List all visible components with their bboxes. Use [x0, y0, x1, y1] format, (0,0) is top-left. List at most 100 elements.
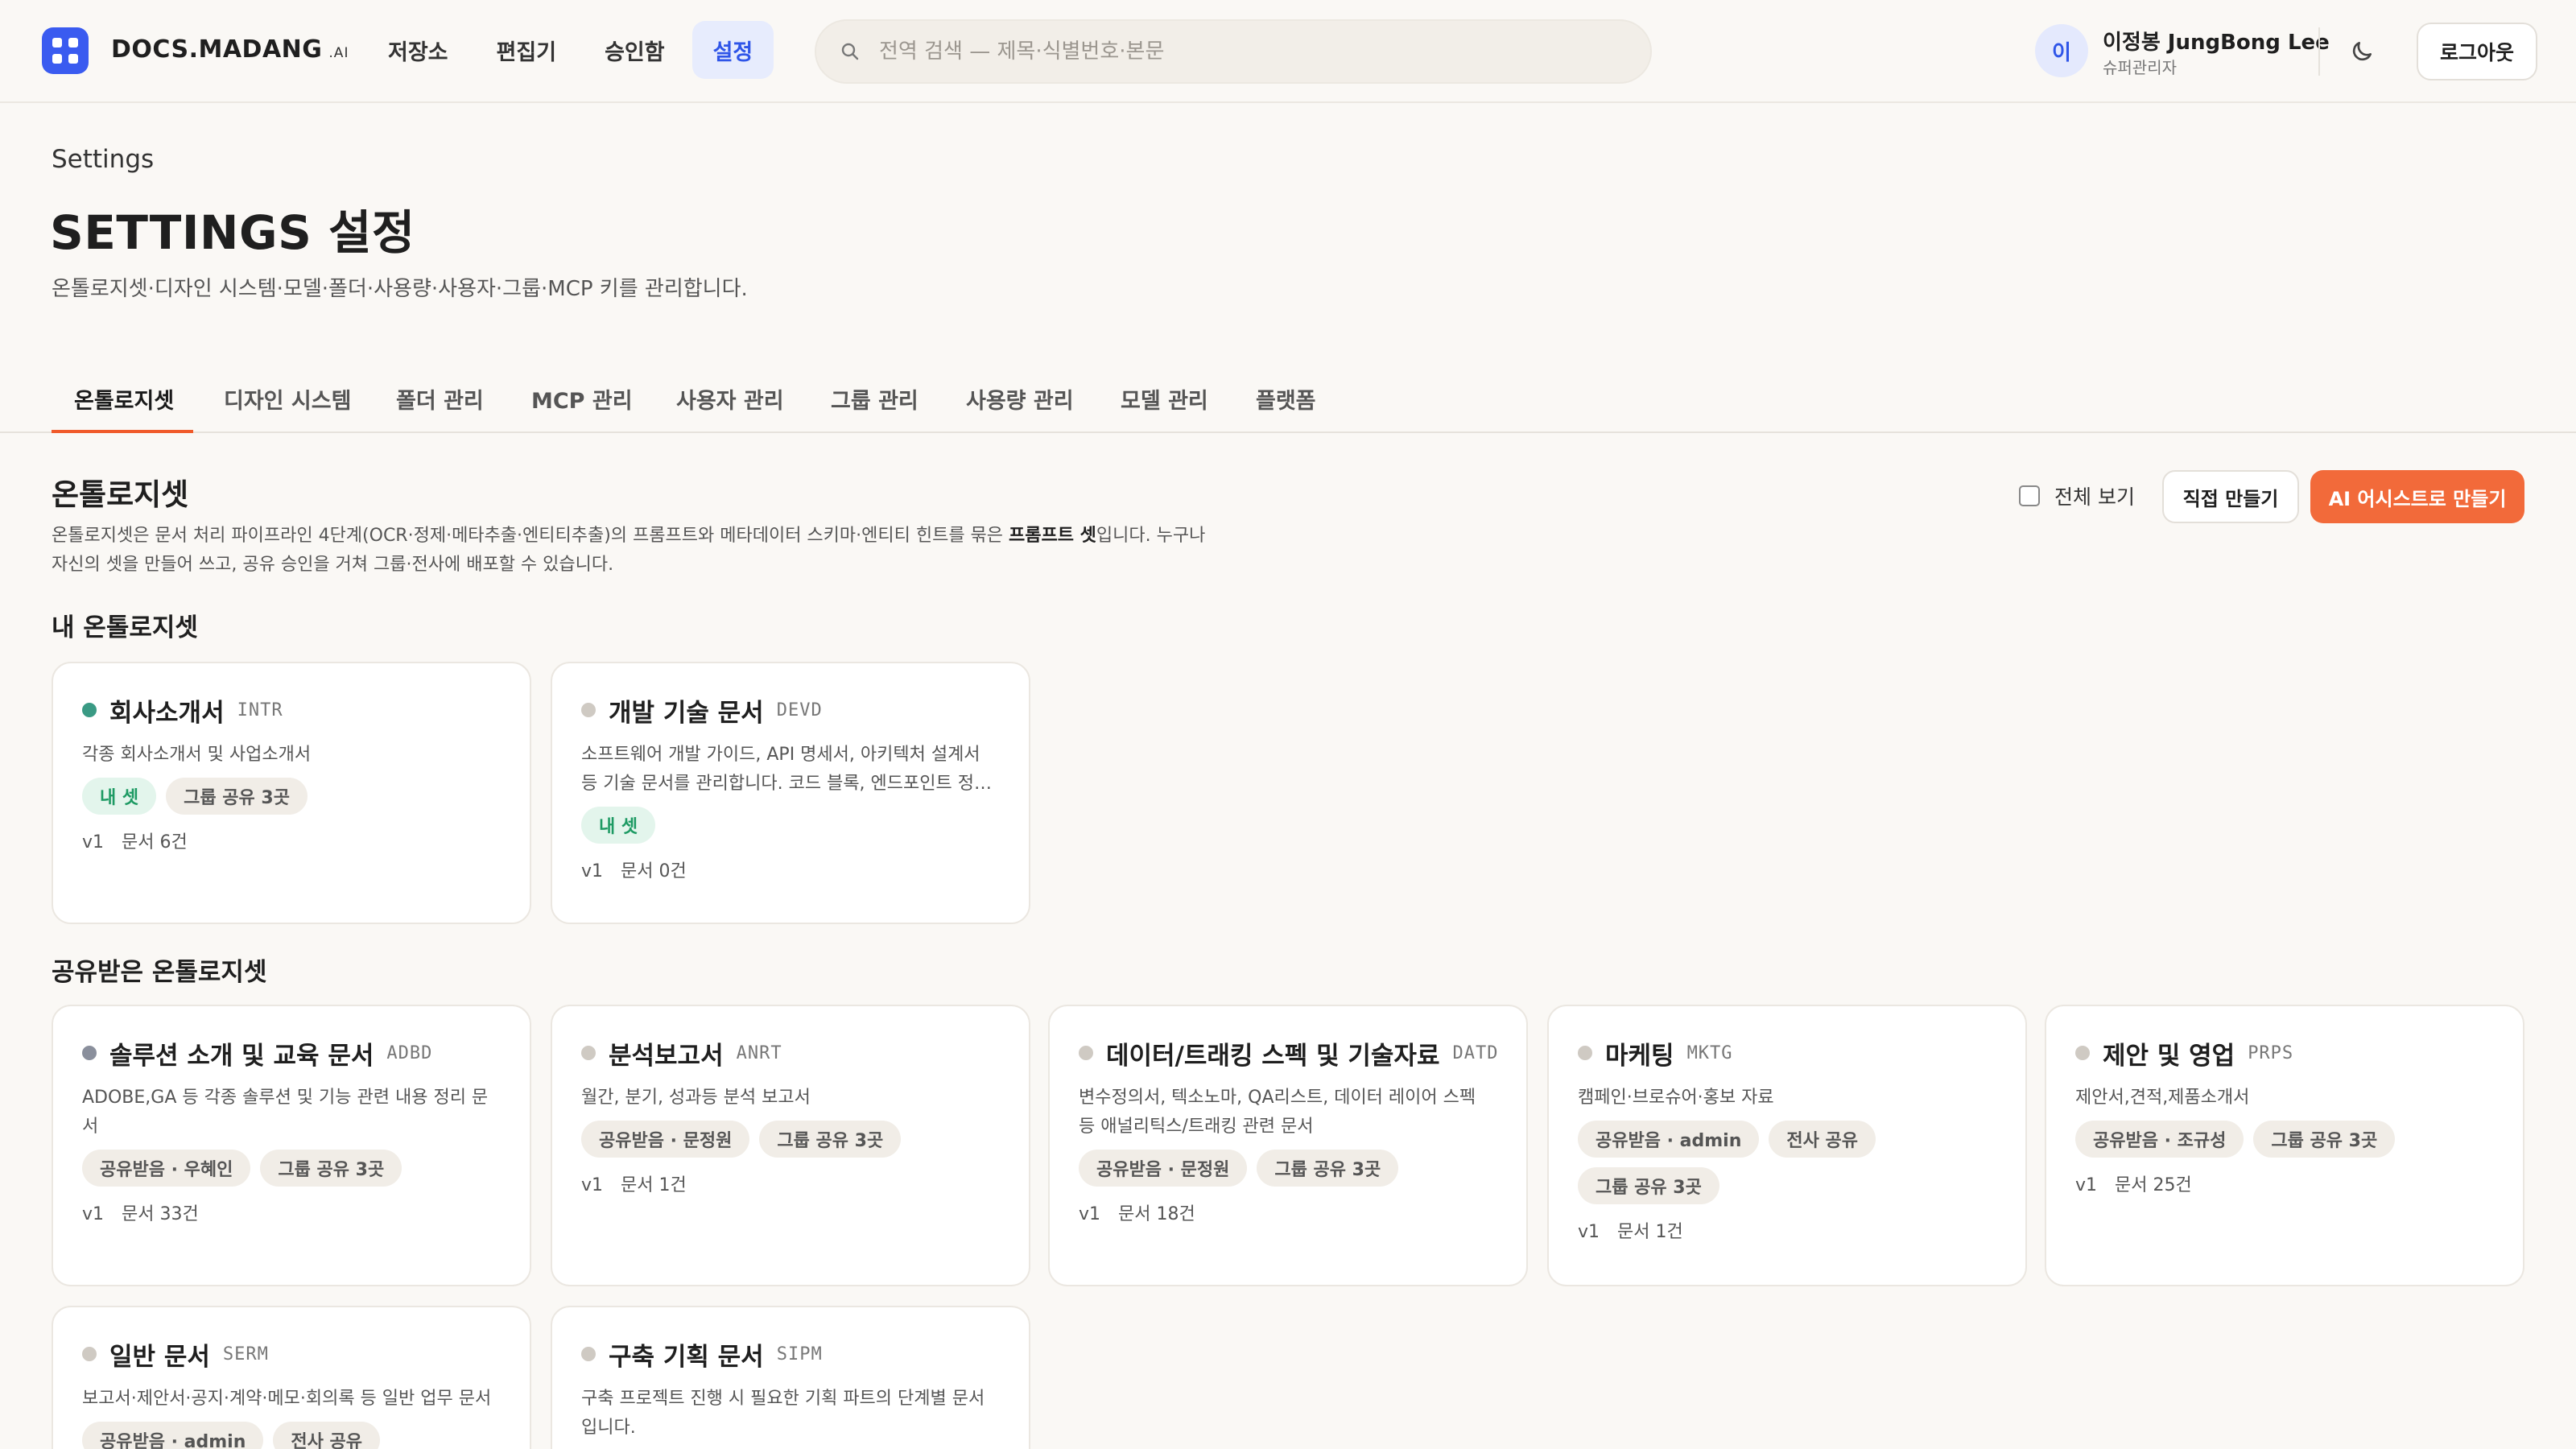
tab-folder-management[interactable]: 폴더 관리 [396, 383, 484, 415]
ontology-set-card[interactable]: 구축 기획 문서 SIPM 구축 프로젝트 진행 시 필요한 기획 파트의 단계별 … [551, 1306, 1030, 1449]
card-title: 데이터/트래킹 스펙 및 기술자료 [1106, 1041, 1440, 1071]
section-description-text: 온톨로지셋은 문서 처리 파이프라인 4단계(OCR·정제·메타추출·엔티티추출… [52, 526, 1009, 546]
moon-icon [2352, 42, 2372, 61]
card-code: DEVD [776, 700, 823, 720]
card-header: 제안 및 영업 PRPS [2075, 1037, 2494, 1071]
share-badge: 그룹 공유 3곳 [1578, 1167, 1719, 1204]
card-title: 일반 문서 [109, 1342, 210, 1372]
top-bar: DOCS.MADANG .AI 저장소 편집기 승인함 설정 이 이정봉 Jung… [0, 0, 2576, 103]
card-header: 회사소개서 INTR [82, 694, 501, 728]
ontology-set-card[interactable]: 일반 문서 SERM 보고서·제안서·공지·계약·메모·회의록 등 일반 업무 문서… [52, 1306, 531, 1449]
card-doc-count: 문서 0건 [621, 861, 687, 881]
status-dot [1578, 1046, 1592, 1060]
card-code: INTR [237, 700, 283, 720]
card-header: 개발 기술 문서 DEVD [581, 694, 1000, 728]
card-title: 개발 기술 문서 [609, 698, 764, 728]
share-badge: 공유받음 · 문정원 [1079, 1150, 1248, 1187]
card-header: 마케팅 MKTG [1578, 1037, 1996, 1071]
shared-sets-title: 공유받은 온톨로지셋 [52, 958, 267, 987]
card-code: SERM [222, 1344, 269, 1364]
card-version: v1 [1079, 1204, 1101, 1224]
card-description: 변수정의서, 텍소노마, QA리스트, 데이터 레이어 스펙 등 애널리틱스/트… [1079, 1088, 1476, 1137]
card-version: v1 [581, 1175, 604, 1195]
status-dot [1079, 1046, 1093, 1060]
card-header: 데이터/트래킹 스펙 및 기술자료 DATD [1079, 1037, 1497, 1071]
ontology-set-card[interactable]: 데이터/트래킹 스펙 및 기술자료 DATD 변수정의서, 텍소노마, QA리스트,… [1048, 1005, 1528, 1286]
ontology-set-card[interactable]: 제안 및 영업 PRPS 제안서,견적,제품소개서 공유받음 · 조규성 그룹 공유 3… [2045, 1005, 2524, 1286]
app-name: DOCS.MADANG [111, 35, 323, 64]
settings-tabs: 온톨로지셋 디자인 시스템 폴더 관리 MCP 관리 사용자 관리 그룹 관리 … [0, 370, 2576, 433]
share-badge: 그룹 공유 3곳 [2253, 1121, 2396, 1158]
main-nav: 저장소 편집기 승인함 설정 [367, 21, 774, 79]
nav-item-editor[interactable]: 편집기 [476, 21, 578, 79]
ontology-set-card[interactable]: 회사소개서 INTR 각종 회사소개서 및 사업소개서 내 셋 그룹 공유 3곳 v1 문서… [52, 662, 531, 924]
card-description: 캠페인·브로슈어·홍보 자료 [1578, 1088, 1774, 1108]
share-badge: 전사 공유 [273, 1422, 380, 1449]
tab-usage-management[interactable]: 사용량 관리 [966, 383, 1074, 415]
card-badges: 공유받음 · 문정원 그룹 공유 3곳 [1079, 1150, 1497, 1187]
show-all-toggle[interactable]: 전체 보기 [2019, 481, 2135, 510]
tab-design-system[interactable]: 디자인 시스템 [224, 383, 351, 415]
nav-item-repository[interactable]: 저장소 [367, 21, 469, 79]
tab-model-management[interactable]: 모델 관리 [1121, 383, 1208, 415]
tab-platform[interactable]: 플랫폼 [1256, 383, 1316, 415]
global-search[interactable] [815, 19, 1652, 84]
card-meta: v1 문서 1건 [1578, 1217, 1996, 1243]
tab-group-management[interactable]: 그룹 관리 [831, 383, 919, 415]
ontology-set-card[interactable]: 분석보고서 ANRT 월간, 분기, 성과등 분석 보고서 공유받음 · 문정원 그룹 … [551, 1005, 1030, 1286]
mine-badge: 내 셋 [82, 778, 157, 815]
card-version: v1 [2075, 1175, 2098, 1195]
card-doc-count: 문서 33건 [122, 1204, 199, 1224]
card-code: ANRT [736, 1042, 782, 1063]
card-doc-count: 문서 25건 [2115, 1175, 2192, 1195]
create-with-ai-button[interactable]: AI 어시스트로 만들기 [2310, 470, 2524, 523]
ontology-set-card[interactable]: 개발 기술 문서 DEVD 소프트웨어 개발 가이드, API 명세서, 아키텍처 … [551, 662, 1030, 924]
user-avatar[interactable]: 이 [2035, 24, 2088, 77]
card-header: 일반 문서 SERM [82, 1338, 501, 1372]
app-logo-text[interactable]: DOCS.MADANG .AI [111, 35, 349, 64]
app-logo-icon[interactable] [42, 27, 89, 74]
card-title: 분석보고서 [609, 1041, 724, 1071]
section-description: 온톨로지셋은 문서 처리 파이프라인 4단계(OCR·정제·메타추출·엔티티추출… [52, 522, 1211, 580]
user-role: 슈퍼관리자 [2103, 58, 2177, 77]
nav-item-approvals[interactable]: 승인함 [584, 21, 686, 79]
card-title: 구축 기획 문서 [609, 1342, 764, 1372]
tab-mcp-management[interactable]: MCP 관리 [531, 383, 633, 415]
card-code: SIPM [776, 1344, 823, 1364]
card-version: v1 [82, 832, 105, 852]
share-badge: 전사 공유 [1769, 1121, 1876, 1158]
card-meta: v1 문서 1건 [581, 1170, 1000, 1196]
share-badge: 그룹 공유 3곳 [759, 1121, 902, 1158]
card-description: 각종 회사소개서 및 사업소개서 [82, 745, 312, 765]
card-doc-count: 문서 1건 [1617, 1222, 1683, 1242]
card-badges: 공유받음 · 조규성 그룹 공유 3곳 [2075, 1121, 2494, 1158]
card-meta: v1 문서 0건 [581, 857, 1000, 882]
search-input[interactable] [879, 39, 1620, 64]
create-manual-button[interactable]: 직접 만들기 [2162, 470, 2299, 523]
tab-user-management[interactable]: 사용자 관리 [676, 383, 784, 415]
nav-item-settings[interactable]: 설정 [691, 21, 774, 79]
card-meta: v1 문서 25건 [2075, 1170, 2494, 1196]
show-all-checkbox[interactable] [2019, 485, 2040, 506]
share-badge: 그룹 공유 3곳 [1257, 1150, 1399, 1187]
card-doc-count: 문서 6건 [122, 832, 188, 852]
user-name: 이정봉 JungBong Lee [2103, 31, 2330, 55]
status-dot [581, 1347, 596, 1361]
card-code: PRPS [2248, 1042, 2294, 1063]
ontology-set-card[interactable]: 마케팅 MKTG 캠페인·브로슈어·홍보 자료공유받음 · admin 전사 공유그룹… [1547, 1005, 2027, 1286]
card-badges: 공유받음 · 문정원 그룹 공유 3곳 [581, 1121, 1000, 1158]
card-description: 소프트웨어 개발 가이드, API 명세서, 아키텍처 설계서 등 기술 문서를… [581, 745, 997, 794]
share-badge: 공유받음 · 우혜인 [82, 1150, 251, 1187]
card-description: 구축 프로젝트 진행 시 필요한 기획 파트의 단계별 문서입니다. [581, 1389, 985, 1438]
share-badge: 공유받음 · admin [1578, 1121, 1760, 1158]
active-tab-indicator [52, 430, 193, 433]
card-badges: 공유받음 · admin 전사 공유 [82, 1422, 501, 1449]
tab-ontology-sets[interactable]: 온톨로지셋 [74, 383, 174, 415]
card-title: 마케팅 [1605, 1041, 1674, 1071]
app-name-suffix: .AI [328, 45, 349, 61]
card-version: v1 [82, 1204, 105, 1224]
logout-button[interactable]: 로그아웃 [2417, 23, 2537, 80]
ontology-set-card[interactable]: 솔루션 소개 및 교육 문서 ADBD ADOBE,GA 등 각종 솔루션 및 기능… [52, 1005, 531, 1286]
theme-toggle-button[interactable] [2343, 32, 2381, 71]
page-description: 온톨로지셋·디자인 시스템·모델·폴더·사용량·사용자·그룹·MCP 키를 관리… [52, 277, 748, 301]
